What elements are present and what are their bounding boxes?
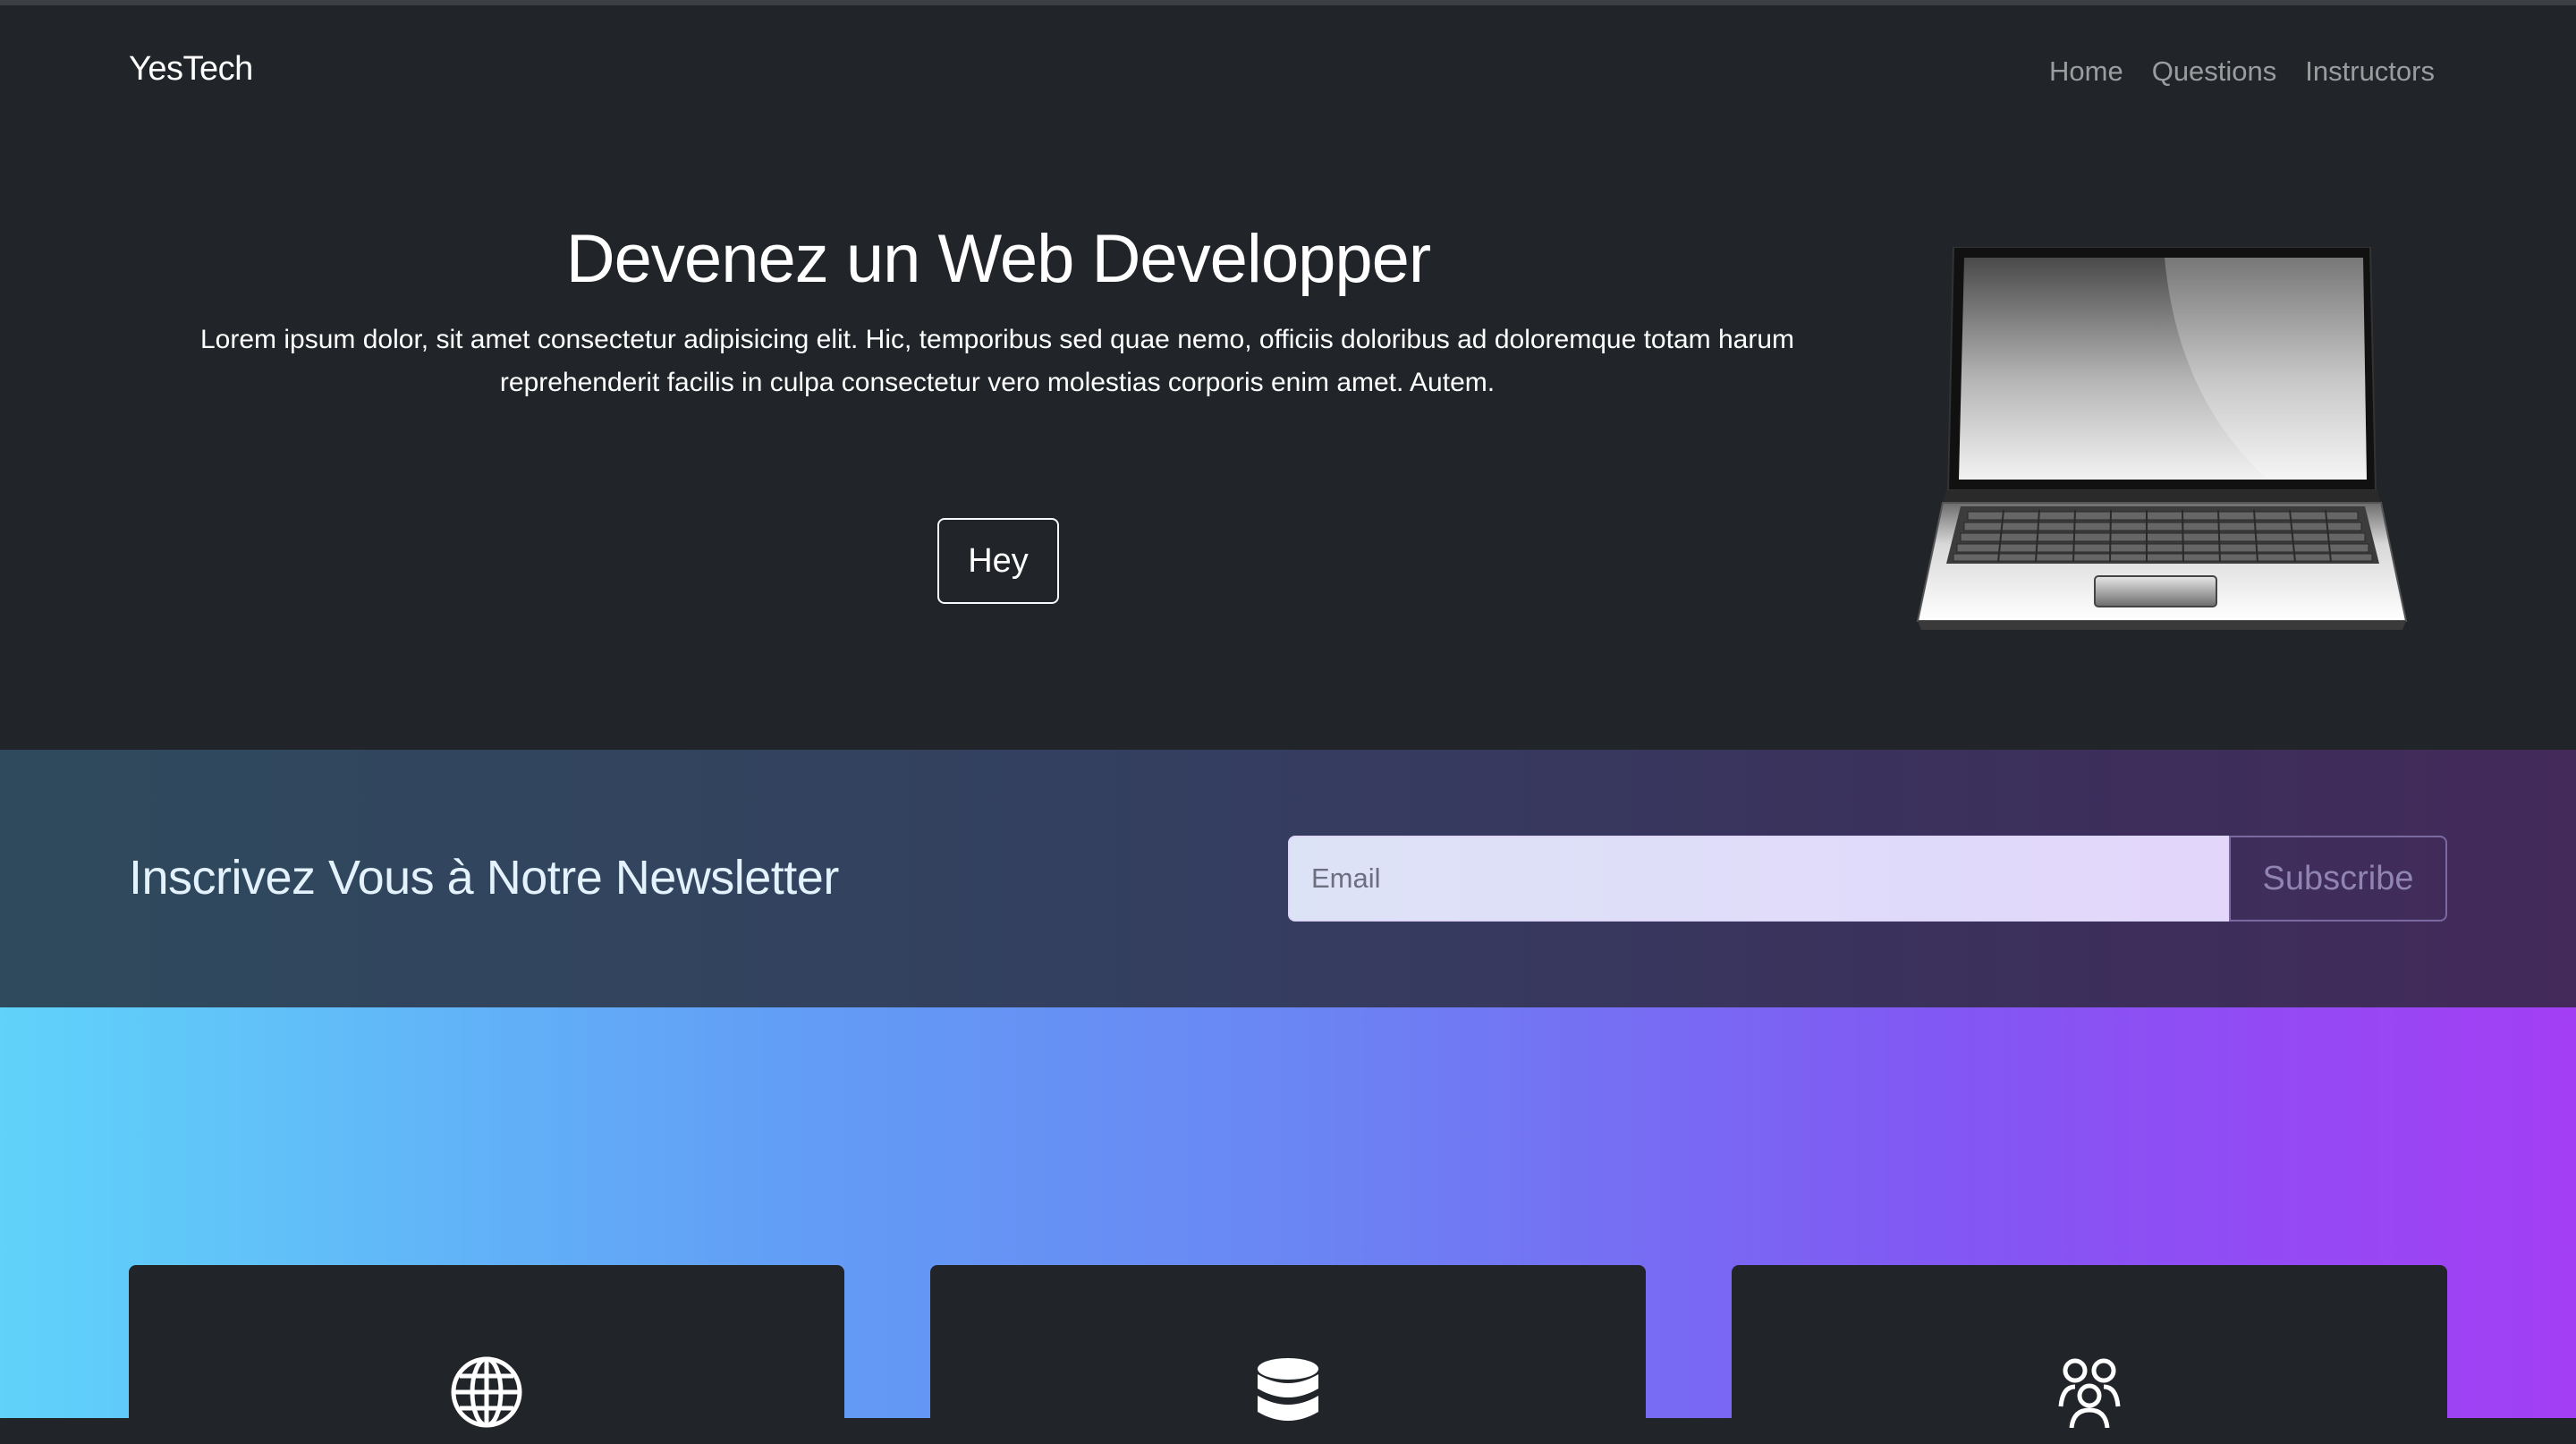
newsletter-form: Subscribe	[1288, 836, 2447, 922]
feature-card-database	[930, 1265, 1646, 1444]
navbar: YesTech Home Questions Instructors	[0, 5, 2576, 131]
hero-title: Devenez un Web Developper	[565, 221, 1431, 297]
feature-card-web	[129, 1265, 844, 1444]
nav-link-questions[interactable]: Questions	[2152, 55, 2277, 88]
newsletter-title: Inscrivez Vous à Notre Newsletter	[129, 851, 839, 905]
brand-logo[interactable]: YesTech	[129, 50, 253, 89]
newsletter-section: Inscrivez Vous à Notre Newsletter Subscr…	[0, 750, 2576, 1007]
nav-link-home[interactable]: Home	[2049, 55, 2123, 88]
hero-description: Lorem ipsum dolor, sit amet consectetur …	[200, 325, 1794, 397]
email-input[interactable]	[1288, 836, 2229, 922]
nav-links: Home Questions Instructors	[2049, 55, 2435, 88]
people-icon	[2058, 1358, 2121, 1428]
hero-section: Devenez un Web Developper Lorem ipsum do…	[0, 131, 2576, 750]
hey-button[interactable]: Hey	[937, 518, 1059, 604]
subscribe-button[interactable]: Subscribe	[2229, 836, 2447, 922]
laptop-illustration	[1916, 247, 2408, 630]
feature-card-community	[1732, 1265, 2447, 1444]
database-icon	[1258, 1358, 1318, 1421]
globe-icon	[451, 1356, 522, 1428]
nav-link-instructors[interactable]: Instructors	[2305, 55, 2435, 88]
features-section	[0, 1007, 2576, 1444]
